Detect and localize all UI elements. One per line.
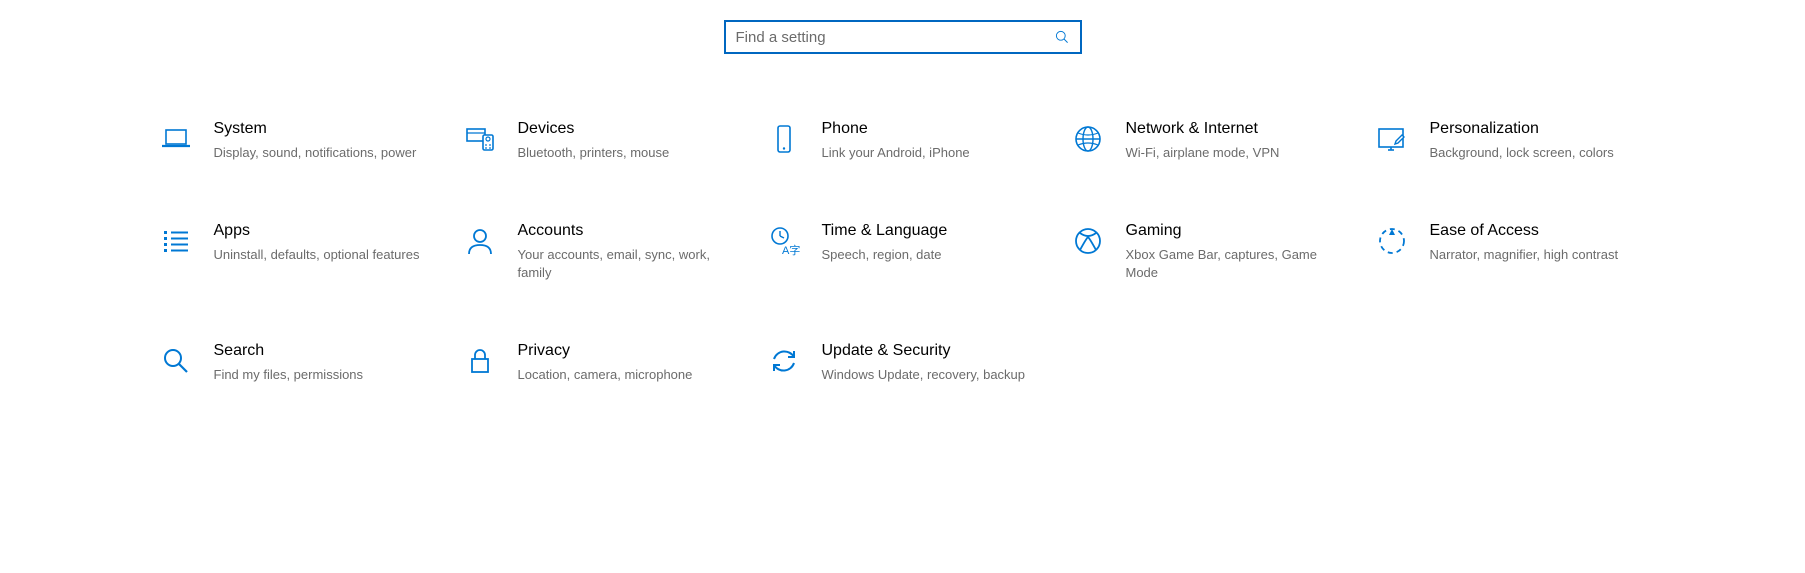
search-icon	[1052, 27, 1072, 47]
category-title: Gaming	[1126, 221, 1334, 242]
category-text: Update & Security Windows Update, recove…	[822, 341, 1040, 383]
category-text: Network & Internet Wi-Fi, airplane mode,…	[1126, 119, 1344, 161]
category-time[interactable]: A字 Time & Language Speech, region, date	[766, 221, 1040, 281]
xbox-icon	[1070, 223, 1106, 259]
category-desc: Wi-Fi, airplane mode, VPN	[1126, 144, 1334, 162]
category-text: System Display, sound, notifications, po…	[214, 119, 432, 161]
category-text: Personalization Background, lock screen,…	[1430, 119, 1648, 161]
category-desc: Location, camera, microphone	[518, 366, 726, 384]
category-desc: Speech, region, date	[822, 246, 1030, 264]
category-personalization[interactable]: Personalization Background, lock screen,…	[1374, 119, 1648, 161]
category-text: Gaming Xbox Game Bar, captures, Game Mod…	[1126, 221, 1344, 281]
category-phone[interactable]: Phone Link your Android, iPhone	[766, 119, 1040, 161]
sync-icon	[766, 343, 802, 379]
laptop-icon	[158, 121, 194, 157]
magnifier-icon	[158, 343, 194, 379]
category-desc: Link your Android, iPhone	[822, 144, 1030, 162]
category-desc: Display, sound, notifications, power	[214, 144, 422, 162]
apps-icon	[158, 223, 194, 259]
category-text: Privacy Location, camera, microphone	[518, 341, 736, 383]
category-privacy[interactable]: Privacy Location, camera, microphone	[462, 341, 736, 383]
phone-icon	[766, 121, 802, 157]
category-text: Ease of Access Narrator, magnifier, high…	[1430, 221, 1648, 263]
category-title: Phone	[822, 119, 1030, 140]
category-ease[interactable]: Ease of Access Narrator, magnifier, high…	[1374, 221, 1648, 281]
search-wrapper	[55, 20, 1750, 54]
category-text: Time & Language Speech, region, date	[822, 221, 1040, 263]
category-title: Network & Internet	[1126, 119, 1334, 140]
category-title: Accounts	[518, 221, 726, 242]
category-title: Update & Security	[822, 341, 1030, 362]
settings-home: System Display, sound, notifications, po…	[0, 0, 1805, 384]
category-title: Devices	[518, 119, 726, 140]
category-desc: Windows Update, recovery, backup	[822, 366, 1030, 384]
lock-icon	[462, 343, 498, 379]
category-text: Search Find my files, permissions	[214, 341, 432, 383]
globe-icon	[1070, 121, 1106, 157]
category-desc: Find my files, permissions	[214, 366, 422, 384]
category-text: Accounts Your accounts, email, sync, wor…	[518, 221, 736, 281]
category-desc: Xbox Game Bar, captures, Game Mode	[1126, 246, 1334, 281]
category-system[interactable]: System Display, sound, notifications, po…	[158, 119, 432, 161]
category-network[interactable]: Network & Internet Wi-Fi, airplane mode,…	[1070, 119, 1344, 161]
ease-of-access-icon	[1374, 223, 1410, 259]
category-text: Apps Uninstall, defaults, optional featu…	[214, 221, 432, 263]
category-title: System	[214, 119, 422, 140]
search-box[interactable]	[724, 20, 1082, 54]
category-desc: Your accounts, email, sync, work, family	[518, 246, 726, 281]
category-desc: Background, lock screen, colors	[1430, 144, 1638, 162]
category-devices[interactable]: Devices Bluetooth, printers, mouse	[462, 119, 736, 161]
devices-icon	[462, 121, 498, 157]
svg-text:A字: A字	[782, 243, 800, 257]
category-title: Personalization	[1430, 119, 1638, 140]
personalization-icon	[1374, 121, 1410, 157]
search-input[interactable]	[736, 29, 1052, 46]
category-search[interactable]: Search Find my files, permissions	[158, 341, 432, 383]
category-title: Search	[214, 341, 422, 362]
category-title: Apps	[214, 221, 422, 242]
category-text: Devices Bluetooth, printers, mouse	[518, 119, 736, 161]
category-text: Phone Link your Android, iPhone	[822, 119, 1040, 161]
category-update[interactable]: Update & Security Windows Update, recove…	[766, 341, 1040, 383]
time-language-icon: A字	[766, 223, 802, 259]
category-accounts[interactable]: Accounts Your accounts, email, sync, wor…	[462, 221, 736, 281]
category-title: Ease of Access	[1430, 221, 1638, 242]
category-title: Privacy	[518, 341, 726, 362]
category-gaming[interactable]: Gaming Xbox Game Bar, captures, Game Mod…	[1070, 221, 1344, 281]
person-icon	[462, 223, 498, 259]
category-desc: Uninstall, defaults, optional features	[214, 246, 422, 264]
category-apps[interactable]: Apps Uninstall, defaults, optional featu…	[158, 221, 432, 281]
category-desc: Bluetooth, printers, mouse	[518, 144, 726, 162]
categories-grid: System Display, sound, notifications, po…	[158, 119, 1648, 384]
category-title: Time & Language	[822, 221, 1030, 242]
category-desc: Narrator, magnifier, high contrast	[1430, 246, 1638, 264]
